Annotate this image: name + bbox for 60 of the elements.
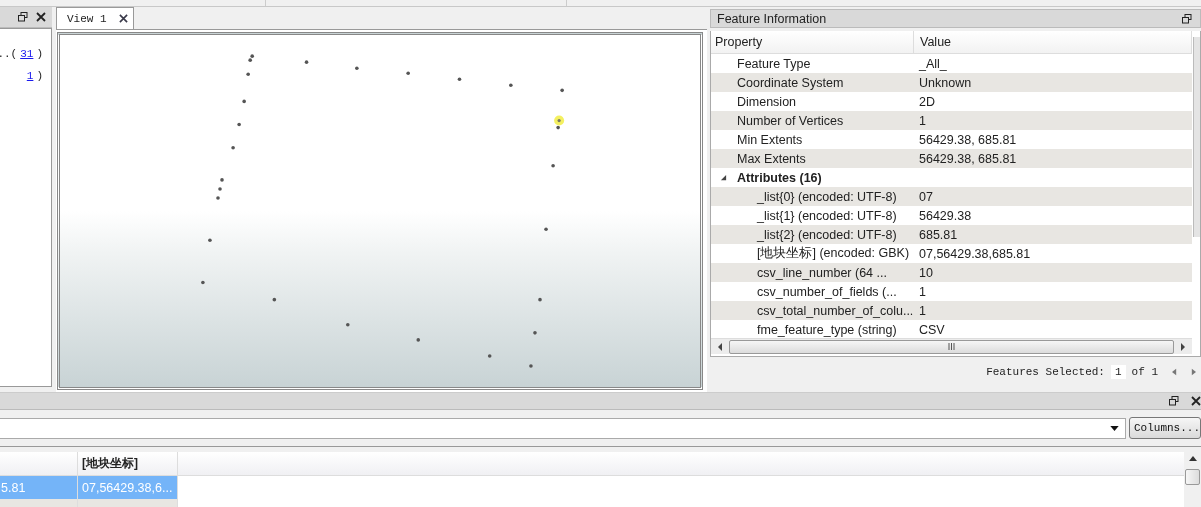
property-value: CSV (919, 322, 945, 337)
close-icon[interactable] (1191, 396, 1201, 406)
scroll-up-icon[interactable] (1188, 456, 1197, 461)
column-header[interactable]: [地块坐标] (78, 452, 178, 475)
property-value: 10 (919, 265, 933, 280)
tree-text: ) (36, 48, 43, 60)
expander-icon[interactable] (720, 174, 727, 181)
property-name: _list{2} (encoded: UTF-8) (757, 227, 897, 242)
horizontal-scrollbar[interactable] (711, 338, 1192, 354)
property-value: 07,56429.38,685.81 (919, 246, 1031, 261)
property-name: Min Extents (737, 132, 803, 147)
property-name: [地块坐标] (encoded: GBK) (757, 245, 910, 262)
next-icon[interactable] (1191, 368, 1196, 376)
tree-text: ) (36, 70, 43, 82)
property-name: csv_number_of_fields (... (757, 284, 897, 299)
property-value: 1 (919, 113, 926, 128)
property-name: Max Extents (737, 151, 806, 166)
count-link[interactable]: 1 (26, 70, 34, 82)
feature-count: of 1 (1131, 366, 1158, 378)
caret-icon (1110, 425, 1119, 431)
table-cell[interactable] (0, 499, 78, 507)
attribute-group-label[interactable]: Attributes (16) (737, 170, 822, 185)
tree-text: ..( (0, 48, 18, 60)
column-header[interactable]: Property (711, 31, 914, 53)
property-name: Feature Type (737, 56, 811, 71)
property-name: csv_total_number_of_colu... (757, 303, 914, 318)
grip-icon (948, 343, 955, 350)
view-tab[interactable]: View 1 (56, 7, 134, 29)
restore-icon[interactable] (1169, 396, 1179, 406)
restore-icon[interactable] (18, 12, 28, 22)
panel-title: Feature Information (717, 11, 827, 26)
vertical-scrollbar[interactable] (1184, 452, 1201, 507)
property-name: Coordinate System (737, 75, 844, 90)
column-header[interactable]: Value (914, 31, 1192, 53)
property-value: 56429.38, 685.81 (919, 151, 1017, 166)
property-value: _All_ (919, 56, 947, 71)
property-value: 56429.38, 685.81 (919, 132, 1017, 147)
table-cell[interactable] (78, 499, 178, 507)
selected-index-field[interactable]: 1 (1111, 365, 1126, 379)
close-icon[interactable] (118, 14, 128, 23)
previous-icon[interactable] (1172, 368, 1177, 376)
property-value: 07 (919, 189, 933, 204)
property-name: Dimension (737, 94, 797, 109)
property-value: 2D (919, 94, 935, 109)
restore-icon[interactable] (1182, 13, 1192, 24)
property-name: csv_line_number (64 ... (757, 265, 887, 280)
property-value: 1 (919, 303, 926, 318)
vertical-scrollbar[interactable] (1193, 37, 1200, 237)
close-icon[interactable] (36, 12, 46, 22)
features-selected-label: Features Selected: (986, 366, 1105, 378)
property-name: _list{1} (encoded: UTF-8) (757, 208, 897, 223)
property-name: Number of Vertices (737, 113, 844, 128)
property-value: Unknown (919, 75, 972, 90)
property-name: fme_feature_type (string) (757, 322, 897, 337)
property-value: 685.81 (919, 227, 958, 242)
columns-button[interactable]: Columns... (1129, 417, 1201, 439)
property-value: 56429.38 (919, 208, 972, 223)
property-value: 1 (919, 284, 926, 299)
count-link[interactable]: 31 (20, 48, 34, 60)
property-name: _list{0} (encoded: UTF-8) (757, 189, 897, 204)
